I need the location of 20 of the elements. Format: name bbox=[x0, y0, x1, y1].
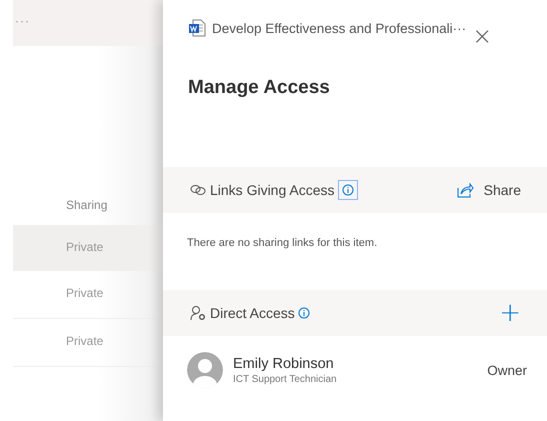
more-button[interactable]: ··· bbox=[13, 14, 30, 28]
person-name: Emily Robinson bbox=[233, 356, 335, 372]
info-button[interactable] bbox=[338, 180, 358, 200]
permission-label[interactable]: Owner bbox=[487, 362, 527, 378]
person-role: ICT Support Technician bbox=[233, 374, 337, 384]
share-button[interactable]: Share bbox=[456, 182, 521, 198]
file-title: Develop Effectiveness and Professionali··· bbox=[212, 20, 466, 36]
info-icon bbox=[342, 184, 354, 196]
add-button[interactable]: + bbox=[499, 298, 521, 328]
word-document-icon bbox=[188, 19, 206, 37]
empty-message: There are no sharing links for this item. bbox=[186, 236, 378, 251]
avatar-icon bbox=[187, 352, 223, 388]
link-icon bbox=[190, 184, 206, 196]
section-title: Direct Access bbox=[210, 305, 295, 321]
info-icon[interactable] bbox=[298, 307, 310, 319]
section-title: Links Giving Access bbox=[210, 182, 334, 198]
panel-heading: Manage Access bbox=[187, 76, 331, 100]
close-button[interactable]: × bbox=[472, 24, 492, 48]
column-header: Sharing bbox=[65, 197, 108, 214]
share-icon bbox=[456, 182, 474, 198]
